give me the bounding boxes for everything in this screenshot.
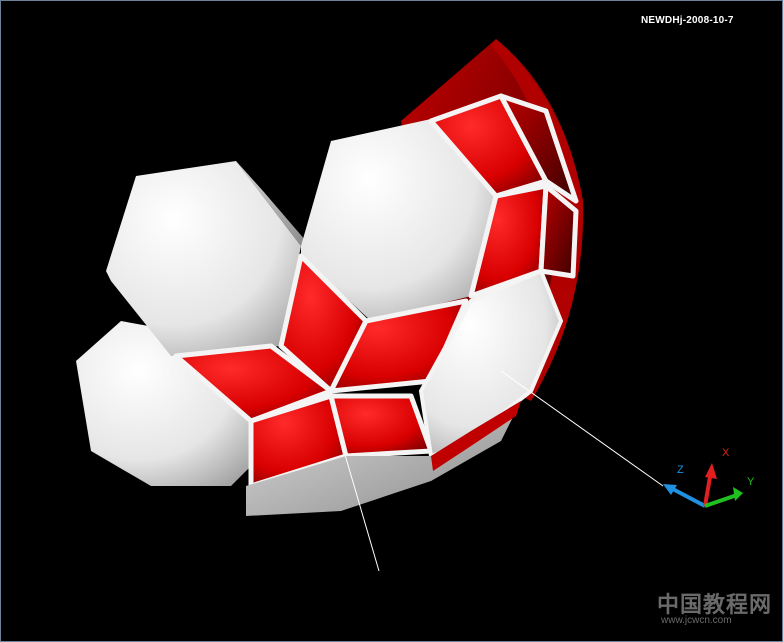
red-panel-5 xyxy=(328,393,434,459)
ucs-z-label: Z xyxy=(677,464,684,476)
ucs-y-label: Y xyxy=(747,476,755,488)
drawing-viewport[interactable]: NEWDHj-2008-10-7 Z X Y 中国教程网 www.jcwcn.c… xyxy=(0,0,783,642)
ucs-icon: Z X Y xyxy=(663,447,755,508)
site-url-watermark: www.jcwcn.com xyxy=(661,615,732,626)
leader-line-2 xyxy=(500,370,664,487)
soccer-ball-model: Z X Y xyxy=(76,39,755,572)
ucs-x-label: X xyxy=(722,447,730,459)
